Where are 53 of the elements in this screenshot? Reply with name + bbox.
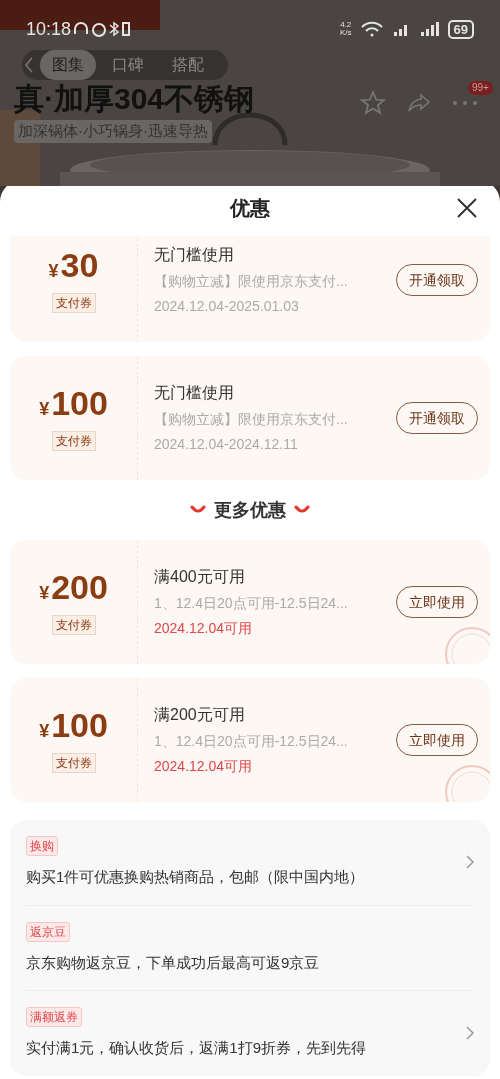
close-icon[interactable] [456,197,478,219]
headphones-icon [73,21,90,37]
section-title: 更多优惠 [214,498,286,522]
notification-badge: 99+ [468,81,493,95]
promotion-text: 购买1件可优惠换购热销商品，包邮（限中国内地） [26,867,365,887]
vibrate-icon [121,21,132,37]
coupon-title: 满400元可用 [154,567,246,587]
coupon-tag: 支付券 [51,430,96,451]
signal-icon [419,21,440,37]
coupon-date: 2024.12.04可用 [154,757,254,776]
coupon-amount: 100 [51,707,108,742]
coupon-description: 【购物立减】限使用京东支付... [154,410,349,429]
currency-symbol: ¥ [39,397,50,421]
coupon-title: 满200元可用 [154,705,246,725]
bluetooth-icon [109,21,120,37]
coupon-title: 无门槛使用 [154,383,235,403]
gallery-tab[interactable]: 搭配 [160,50,216,80]
coupon-amount: 30 [60,247,99,282]
coupon-description: 1、12.4日20点可用-12.5日24... [154,594,349,613]
coupon-title: 无门槛使用 [154,245,235,265]
chevron-icon [190,505,206,515]
coupon-description: 【购物立减】限使用京东支付... [154,272,349,291]
promotion-tag: 换购 [26,836,58,856]
network-speed: 4.2 K/s [339,21,352,37]
coupon-amount: 200 [51,569,108,604]
coupon-description: 1、12.4日20点可用-12.5日24... [154,732,349,751]
wifi-icon [359,21,384,37]
status-time: 10:18 [26,17,72,41]
more-icon[interactable] [452,99,478,107]
coupon-date: 2024.12.04-2025.01.03 [154,297,300,316]
coupon-amount: 100 [51,385,108,420]
product-title: 真·加厚304不锈钢 [14,82,255,116]
star-icon[interactable] [360,90,386,116]
currency-symbol: ¥ [48,259,59,283]
coupon-date: 2024.12.04可用 [154,619,254,638]
promotion-tag: 返京豆 [26,921,70,942]
promotion-tag: 满额返券 [26,1007,82,1027]
coupon-tag: 支付券 [51,292,96,313]
chevron-icon [294,505,310,515]
sheet-title: 优惠 [230,196,270,221]
promotion-text: 实付满1元，确认收货后，返满1打9折券，先到先得 [26,1038,367,1058]
back-icon[interactable] [22,55,36,75]
promotion-text: 京东购物返京豆，下单成功后最高可返9京豆 [26,952,320,973]
gallery-tab[interactable]: 口碑 [100,50,156,80]
battery-indicator: 69 [447,19,474,39]
chevron-right-icon[interactable] [466,855,474,870]
coupon-tag: 支付券 [51,614,96,635]
currency-symbol: ¥ [39,581,50,605]
currency-symbol: ¥ [39,719,50,743]
coupon-tag: 支付券 [51,752,96,773]
alarm-icon [91,21,108,37]
coupon-date: 2024.12.04-2024.12.11 [154,435,299,454]
chevron-right-icon[interactable] [466,1026,474,1041]
